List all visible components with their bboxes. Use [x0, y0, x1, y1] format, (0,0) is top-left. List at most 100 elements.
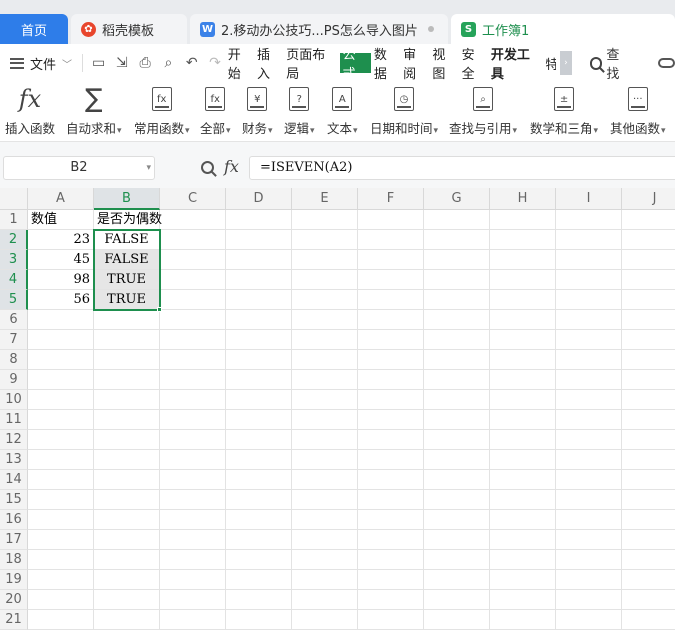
- cell-j3[interactable]: [622, 250, 675, 270]
- cell-g7[interactable]: [424, 330, 490, 350]
- cell-d16[interactable]: [226, 510, 292, 530]
- cell-a12[interactable]: [28, 430, 94, 450]
- logical-functions-button[interactable]: ? 逻辑▾: [284, 82, 315, 137]
- cell-a6[interactable]: [28, 310, 94, 330]
- cell-d15[interactable]: [226, 490, 292, 510]
- cell-a17[interactable]: [28, 530, 94, 550]
- cell-d5[interactable]: [226, 290, 292, 310]
- cell-f15[interactable]: [358, 490, 424, 510]
- fill-handle[interactable]: [157, 307, 162, 312]
- cell-h12[interactable]: [490, 430, 556, 450]
- unsaved-dot-icon[interactable]: [428, 26, 434, 32]
- cell-a3[interactable]: 45: [28, 250, 94, 270]
- cell-b3[interactable]: FALSE: [94, 250, 160, 270]
- cell-a14[interactable]: [28, 470, 94, 490]
- cell-g20[interactable]: [424, 590, 490, 610]
- tab-docer-templates[interactable]: ✿ 稻壳模板: [71, 14, 187, 44]
- cell-j5[interactable]: [622, 290, 675, 310]
- cell-b14[interactable]: [94, 470, 160, 490]
- cell-c15[interactable]: [160, 490, 226, 510]
- cell-i6[interactable]: [556, 310, 622, 330]
- cell-i2[interactable]: [556, 230, 622, 250]
- cell-a19[interactable]: [28, 570, 94, 590]
- cell-j19[interactable]: [622, 570, 675, 590]
- cell-h5[interactable]: [490, 290, 556, 310]
- cell-h8[interactable]: [490, 350, 556, 370]
- cell-e6[interactable]: [292, 310, 358, 330]
- row-header-11[interactable]: 11: [0, 410, 28, 430]
- cell-g5[interactable]: [424, 290, 490, 310]
- cell-e20[interactable]: [292, 590, 358, 610]
- cell-c14[interactable]: [160, 470, 226, 490]
- cell-e2[interactable]: [292, 230, 358, 250]
- cell-e18[interactable]: [292, 550, 358, 570]
- row-header-8[interactable]: 8: [0, 350, 28, 370]
- cell-c20[interactable]: [160, 590, 226, 610]
- cell-j6[interactable]: [622, 310, 675, 330]
- cell-b2[interactable]: FALSE: [94, 230, 160, 250]
- cell-b13[interactable]: [94, 450, 160, 470]
- cell-g1[interactable]: [424, 210, 490, 230]
- print-icon[interactable]: ⎙: [134, 55, 157, 71]
- formula-input[interactable]: =ISEVEN(A2): [249, 156, 675, 180]
- cell-d1[interactable]: [226, 210, 292, 230]
- cell-i18[interactable]: [556, 550, 622, 570]
- cell-c7[interactable]: [160, 330, 226, 350]
- column-header-d[interactable]: D: [226, 188, 292, 210]
- cell-i14[interactable]: [556, 470, 622, 490]
- cell-g3[interactable]: [424, 250, 490, 270]
- column-header-e[interactable]: E: [292, 188, 358, 210]
- column-header-c[interactable]: C: [160, 188, 226, 210]
- cell-a7[interactable]: [28, 330, 94, 350]
- cell-e19[interactable]: [292, 570, 358, 590]
- row-header-9[interactable]: 9: [0, 370, 28, 390]
- cell-e15[interactable]: [292, 490, 358, 510]
- cell-e12[interactable]: [292, 430, 358, 450]
- cell-d18[interactable]: [226, 550, 292, 570]
- menu-tab-view[interactable]: 视图: [431, 48, 458, 82]
- cell-a2[interactable]: 23: [28, 230, 94, 250]
- cell-f6[interactable]: [358, 310, 424, 330]
- text-functions-button[interactable]: A 文本▾: [327, 82, 358, 137]
- cell-b18[interactable]: [94, 550, 160, 570]
- cell-j8[interactable]: [622, 350, 675, 370]
- cell-b8[interactable]: [94, 350, 160, 370]
- menu-tab-security[interactable]: 安全: [461, 48, 488, 82]
- cell-b7[interactable]: [94, 330, 160, 350]
- cell-d21[interactable]: [226, 610, 292, 630]
- spreadsheet-grid[interactable]: A B C D E F G H I J 1 数值 是否为偶数 2 23 FALSE 3 45 FALSE 4 98 TRU…: [0, 188, 675, 634]
- menu-tab-special[interactable]: 特: [544, 53, 556, 73]
- cloud-icon[interactable]: [657, 58, 675, 68]
- cell-j1[interactable]: [622, 210, 675, 230]
- redo-icon[interactable]: ↷: [203, 55, 226, 71]
- cell-d17[interactable]: [226, 530, 292, 550]
- print-preview-icon[interactable]: ⌕: [157, 55, 180, 71]
- cell-g14[interactable]: [424, 470, 490, 490]
- cell-g4[interactable]: [424, 270, 490, 290]
- cell-a4[interactable]: 98: [28, 270, 94, 290]
- cell-a8[interactable]: [28, 350, 94, 370]
- cell-a20[interactable]: [28, 590, 94, 610]
- cell-c2[interactable]: [160, 230, 226, 250]
- cell-e1[interactable]: [292, 210, 358, 230]
- cell-b1[interactable]: 是否为偶数: [94, 210, 162, 230]
- row-header-19[interactable]: 19: [0, 570, 28, 590]
- cell-i1[interactable]: [556, 210, 622, 230]
- export-icon[interactable]: ⇲: [110, 55, 133, 71]
- cell-a16[interactable]: [28, 510, 94, 530]
- cell-e21[interactable]: [292, 610, 358, 630]
- cell-d4[interactable]: [226, 270, 292, 290]
- cell-h9[interactable]: [490, 370, 556, 390]
- cell-g16[interactable]: [424, 510, 490, 530]
- cell-b17[interactable]: [94, 530, 160, 550]
- cell-d11[interactable]: [226, 410, 292, 430]
- cell-f7[interactable]: [358, 330, 424, 350]
- row-header-5[interactable]: 5: [0, 290, 28, 310]
- cell-j13[interactable]: [622, 450, 675, 470]
- cell-b10[interactable]: [94, 390, 160, 410]
- cell-i15[interactable]: [556, 490, 622, 510]
- cell-c9[interactable]: [160, 370, 226, 390]
- cell-f20[interactable]: [358, 590, 424, 610]
- menu-tab-data[interactable]: 数据: [373, 48, 400, 82]
- cell-d9[interactable]: [226, 370, 292, 390]
